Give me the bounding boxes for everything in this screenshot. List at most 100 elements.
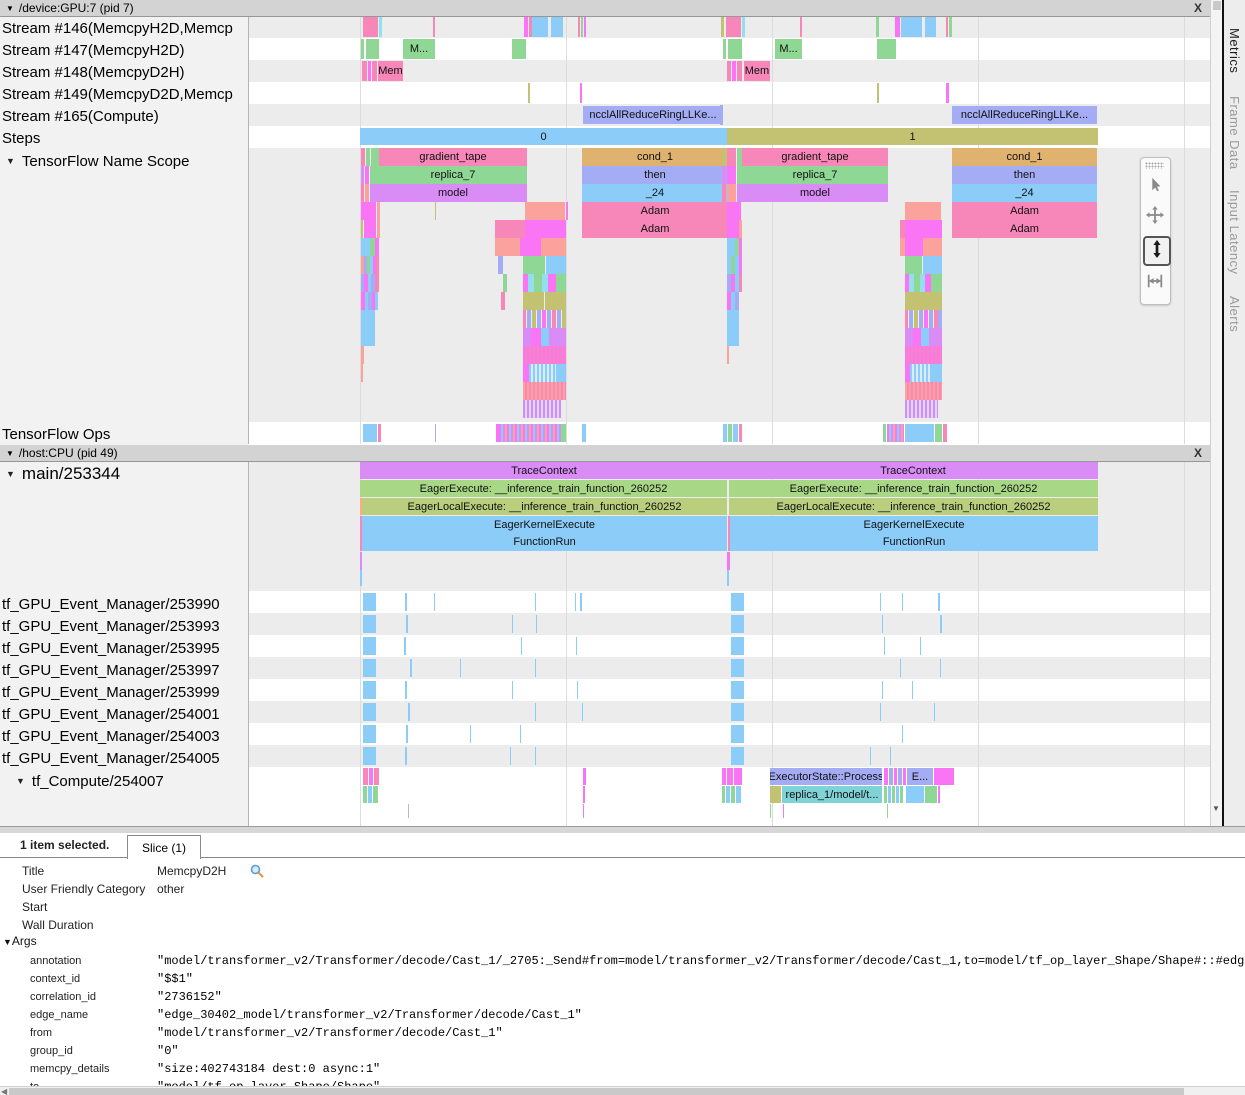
trace-event[interactable] bbox=[938, 786, 940, 803]
trace-event[interactable] bbox=[732, 61, 736, 81]
trace-event[interactable]: ncclAllReduceRingLLKe... bbox=[952, 106, 1097, 124]
trace-event[interactable] bbox=[887, 424, 904, 442]
trace-event[interactable] bbox=[373, 786, 378, 803]
trace-event[interactable] bbox=[912, 681, 913, 699]
drag-grip-icon[interactable] bbox=[1145, 162, 1164, 169]
trace-event[interactable] bbox=[884, 786, 887, 803]
trace-event[interactable] bbox=[890, 747, 891, 765]
collapse-triangle[interactable]: ▼ bbox=[6, 449, 14, 458]
trace-event[interactable] bbox=[934, 703, 935, 721]
trace-event[interactable] bbox=[731, 593, 744, 611]
tab-metrics[interactable]: Metrics bbox=[1227, 28, 1242, 73]
trace-event[interactable] bbox=[905, 220, 942, 238]
trace-event[interactable] bbox=[905, 382, 942, 400]
trace-event[interactable] bbox=[735, 292, 739, 310]
trace-event[interactable] bbox=[531, 328, 541, 346]
trace-event[interactable] bbox=[737, 184, 742, 202]
trace-event[interactable] bbox=[919, 310, 923, 328]
trace-event[interactable] bbox=[520, 725, 521, 743]
trace-event[interactable] bbox=[731, 659, 744, 677]
trace-event[interactable] bbox=[737, 61, 742, 81]
trace-event[interactable] bbox=[374, 768, 379, 785]
trace-event[interactable] bbox=[408, 804, 409, 818]
trace-event[interactable]: EagerLocalExecute: __inference_train_fun… bbox=[729, 498, 1098, 515]
trace-event[interactable] bbox=[920, 637, 921, 655]
trace-event[interactable] bbox=[722, 166, 726, 184]
trace-event[interactable] bbox=[365, 184, 369, 202]
trace-event[interactable] bbox=[940, 659, 941, 677]
trace-event[interactable] bbox=[361, 202, 376, 220]
trace-event[interactable]: 1 bbox=[727, 128, 1098, 145]
trace-event[interactable] bbox=[884, 637, 885, 655]
trace-event[interactable] bbox=[736, 786, 741, 803]
trace-event[interactable] bbox=[549, 328, 566, 346]
trace-event[interactable] bbox=[909, 310, 913, 328]
trace-event[interactable] bbox=[523, 400, 561, 418]
trace-event[interactable] bbox=[523, 310, 526, 328]
trace-event[interactable] bbox=[876, 17, 879, 37]
trace-event[interactable] bbox=[363, 747, 376, 765]
collapse-triangle[interactable]: ▼ bbox=[16, 776, 25, 786]
trace-event[interactable] bbox=[931, 274, 942, 292]
scrollbar-thumb[interactable] bbox=[1213, 1, 1221, 10]
trace-event[interactable] bbox=[512, 681, 513, 699]
trace-event[interactable] bbox=[581, 17, 583, 37]
trace-event[interactable]: FunctionRun bbox=[730, 533, 1098, 551]
trace-event[interactable] bbox=[378, 424, 381, 442]
collapse-triangle[interactable]: ▼ bbox=[3, 937, 12, 947]
trace-event[interactable] bbox=[363, 659, 376, 677]
trace-event[interactable] bbox=[739, 256, 742, 274]
tab-input-latency[interactable]: Input Latency bbox=[1227, 190, 1242, 275]
trace-event[interactable] bbox=[551, 17, 563, 37]
trace-event[interactable] bbox=[580, 593, 582, 611]
trace-event[interactable] bbox=[363, 681, 376, 699]
trace-event[interactable]: EagerExecute: __inference_train_function… bbox=[729, 480, 1098, 497]
collapse-triangle[interactable]: ▼ bbox=[6, 469, 15, 479]
trace-event[interactable] bbox=[722, 768, 726, 785]
trace-event[interactable] bbox=[435, 202, 436, 220]
trace-event[interactable] bbox=[900, 659, 901, 677]
trace-event[interactable] bbox=[727, 328, 739, 346]
trace-event[interactable] bbox=[361, 310, 375, 328]
trace-event[interactable] bbox=[523, 346, 566, 364]
trace-event[interactable] bbox=[535, 659, 536, 677]
trace-event[interactable] bbox=[895, 17, 900, 37]
trace-event[interactable] bbox=[566, 202, 568, 220]
trace-event[interactable] bbox=[562, 310, 566, 328]
trace-event[interactable] bbox=[929, 328, 942, 346]
trace-event[interactable] bbox=[727, 552, 730, 570]
trace-event[interactable] bbox=[905, 424, 934, 442]
tab-frame-data[interactable]: Frame Data bbox=[1227, 96, 1242, 170]
timing-tool-button[interactable] bbox=[1143, 270, 1167, 296]
trace-event[interactable] bbox=[889, 768, 893, 785]
trace-event[interactable]: gradient_tape bbox=[379, 148, 527, 166]
trace-event[interactable] bbox=[727, 202, 741, 220]
trace-event[interactable] bbox=[535, 593, 536, 611]
trace-event[interactable] bbox=[580, 83, 582, 103]
trace-event[interactable] bbox=[905, 400, 938, 418]
trace-event[interactable] bbox=[528, 83, 530, 103]
trace-event[interactable] bbox=[360, 570, 362, 586]
trace-event[interactable] bbox=[727, 184, 736, 202]
trace-event[interactable] bbox=[583, 804, 584, 818]
trace-event[interactable] bbox=[376, 256, 379, 274]
trace-event[interactable] bbox=[408, 703, 410, 721]
trace-event[interactable] bbox=[523, 328, 531, 346]
search-icon[interactable] bbox=[250, 864, 264, 881]
trace-event[interactable] bbox=[731, 637, 744, 655]
trace-event[interactable] bbox=[405, 593, 407, 611]
trace-event[interactable] bbox=[498, 256, 503, 274]
trace-event[interactable] bbox=[723, 424, 727, 442]
trace-event[interactable] bbox=[921, 328, 929, 346]
trace-event[interactable] bbox=[363, 593, 376, 611]
trace-event[interactable] bbox=[898, 768, 902, 785]
trace-event[interactable] bbox=[545, 292, 566, 310]
trace-event[interactable] bbox=[523, 256, 545, 274]
trace-event[interactable]: gradient_tape bbox=[742, 148, 888, 166]
trace-event[interactable] bbox=[914, 310, 918, 328]
trace-event[interactable]: _24 bbox=[582, 184, 728, 202]
pan-tool-button[interactable] bbox=[1143, 204, 1167, 230]
trace-event[interactable] bbox=[460, 659, 461, 677]
trace-event[interactable] bbox=[366, 148, 370, 166]
trace-event[interactable] bbox=[368, 786, 372, 803]
